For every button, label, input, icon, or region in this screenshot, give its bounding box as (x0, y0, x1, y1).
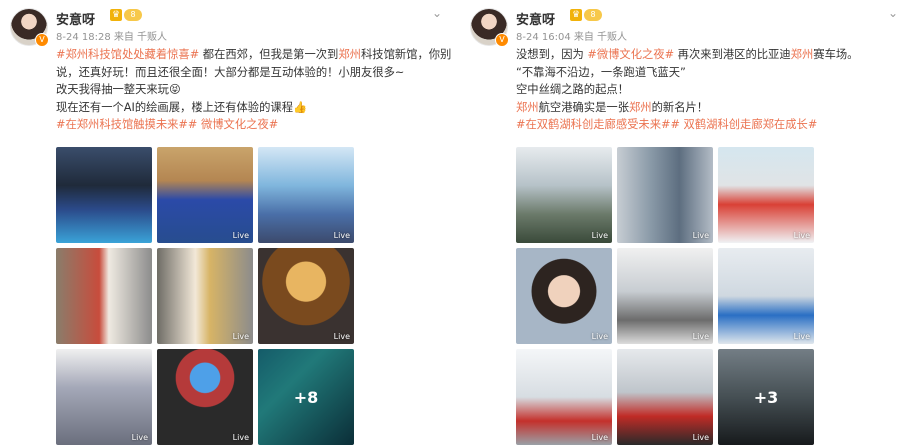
live-badge: Live (692, 433, 709, 442)
user-avatar[interactable]: V (10, 8, 49, 47)
more-photos-count[interactable]: +3 (718, 349, 814, 445)
live-badge: Live (591, 433, 608, 442)
photo-ship-model[interactable]: Live (718, 147, 814, 243)
photo-grid: Live Live Live Live Live Live +8 (56, 147, 354, 445)
post-text: 都在西郊，但我是第一次到 (199, 48, 339, 61)
photo-tube-exhibit[interactable]: Live (157, 349, 253, 445)
post-meta: 8-24 18:28 来自 千贩人 (56, 32, 168, 43)
live-badge: Live (692, 332, 709, 341)
live-badge: Live (333, 231, 350, 240)
post-text: 科技馆新馆，你别 (360, 48, 452, 61)
post-text: 再次来到港区的比亚迪 (674, 48, 791, 61)
post-text-line: “不靠海不沿边，一条跑道飞蓝天” (516, 64, 898, 82)
post-text: 赛车场。 (813, 48, 859, 61)
post-text: “不靠海不沿边，一条跑道飞蓝天” (516, 65, 686, 79)
photo-visitors[interactable]: Live (56, 349, 152, 445)
post-text-line: 改天我得抽一整天来玩😝 (56, 81, 442, 99)
photo-robot-arm[interactable]: Live (617, 248, 713, 344)
hashtag-link[interactable]: #微博文化之夜# (587, 48, 674, 61)
live-badge: Live (131, 433, 148, 442)
keyword-link[interactable]: 郑州 (516, 101, 539, 114)
photo-atrium-gold[interactable]: Live (157, 248, 253, 344)
photo-exhibit-screen[interactable]: Live (157, 147, 253, 243)
post-content: #郑州科技馆处处藏着惊喜# 都在西郊，但我是第一次到郑州科技馆新馆，你别 说，还真… (56, 46, 451, 134)
weibo-post-left: V 安意呀 ♛ 8 8-24 18:28 来自 千贩人 ⌄ #郑州科技馆处处藏着… (0, 0, 456, 446)
post-text: 改天我得抽一整天来玩😝 (56, 83, 181, 96)
photo-science-museum-facade[interactable] (56, 147, 152, 243)
post-text: 说，还真好玩！而且还很全面！大部分都是互动体验的！小朋友很多~ (56, 65, 405, 79)
post-text-line: 说，还真好玩！而且还很全面！大部分都是互动体验的！小朋友很多~ (56, 64, 442, 82)
chevron-down-icon[interactable]: ⌄ (886, 6, 900, 20)
post-text: 空中丝绸之路的起点！ (516, 83, 629, 96)
photo-dome-hall[interactable]: Live (258, 147, 354, 243)
hashtag-link[interactable]: #郑州科技馆处处藏着惊喜# (56, 48, 199, 61)
level-badge: 8 (584, 9, 602, 21)
user-avatar[interactable]: V (470, 8, 509, 47)
live-badge: Live (793, 332, 810, 341)
post-text-line: #在双鹤湖科创走廊感受未来## 双鹤湖科创走廊郑在成长# (516, 116, 898, 134)
post-text: 没想到，因为 (516, 48, 588, 61)
photo-selfie[interactable]: Live (516, 248, 612, 344)
photo-red-car-showroom[interactable]: Live (516, 349, 612, 445)
photo-city-model[interactable]: Live (516, 147, 612, 243)
hashtag-link[interactable]: #在双鹤湖科创走廊感受未来## 双鹤湖科创走廊郑在成长# (516, 118, 817, 131)
crown-icon: ♛ (110, 9, 122, 21)
post-text-line: #郑州科技馆处处藏着惊喜# 都在西郊，但我是第一次到郑州科技馆新馆，你别 (56, 46, 451, 64)
photo-tower-model[interactable]: Live (617, 147, 713, 243)
keyword-link[interactable]: 郑州 (629, 101, 652, 114)
photo-exhibit-display[interactable]: Live (718, 248, 814, 344)
live-badge: Live (333, 332, 350, 341)
chevron-down-icon[interactable]: ⌄ (430, 6, 444, 20)
post-text-line: #在郑州科技馆触摸未来## 微博文化之夜# (56, 116, 442, 134)
live-badge: Live (591, 332, 608, 341)
live-badge: Live (692, 231, 709, 240)
photo-underwater[interactable]: +8 (258, 349, 354, 445)
post-text: 航空港确实是一张 (538, 100, 629, 114)
post-text: 现在还有一个AI的绘画展，楼上还有体验的课程👍 (56, 100, 308, 114)
level-badge: 8 (124, 9, 142, 21)
photo-tree-sculpture[interactable]: Live (258, 248, 354, 344)
hashtag-link[interactable]: #在郑州科技馆触摸未来## 微博文化之夜# (56, 118, 278, 131)
live-badge: Live (232, 332, 249, 341)
post-text-line: 没想到，因为 #微博文化之夜# 再次来到港区的比亚迪郑州赛车场。 (516, 46, 898, 64)
keyword-link[interactable]: 郑州 (338, 48, 361, 61)
username[interactable]: 安意呀 (56, 9, 95, 28)
photo-grid: Live Live Live Live Live Live Live Live … (516, 147, 814, 445)
keyword-link[interactable]: 郑州 (791, 48, 814, 61)
live-badge: Live (232, 433, 249, 442)
live-badge: Live (793, 231, 810, 240)
weibo-post-right: V 安意呀 ♛ 8 8-24 16:04 来自 千贩人 ⌄ 没想到，因为 #微博… (460, 0, 912, 446)
username[interactable]: 安意呀 (516, 9, 555, 28)
photo-atrium-red[interactable] (56, 248, 152, 344)
live-badge: Live (591, 231, 608, 240)
crown-icon: ♛ (570, 9, 582, 21)
verified-badge-icon: V (35, 33, 49, 47)
post-meta: 8-24 16:04 来自 千贩人 (516, 32, 628, 43)
post-text-line: 郑州航空港确实是一张郑州的新名片！ (516, 99, 898, 117)
more-photos-count[interactable]: +8 (258, 349, 354, 445)
photo-red-supercar[interactable]: Live (617, 349, 713, 445)
post-text-line: 现在还有一个AI的绘画展，楼上还有体验的课程👍 (56, 99, 442, 117)
post-content: 没想到，因为 #微博文化之夜# 再次来到港区的比亚迪郑州赛车场。 “不靠海不沿边，… (516, 46, 898, 134)
post-text-line: 空中丝绸之路的起点！ (516, 81, 898, 99)
post-text: 的新名片！ (651, 100, 709, 114)
photo-car-water[interactable]: +3 (718, 349, 814, 445)
live-badge: Live (232, 231, 249, 240)
verified-badge-icon: V (495, 33, 509, 47)
